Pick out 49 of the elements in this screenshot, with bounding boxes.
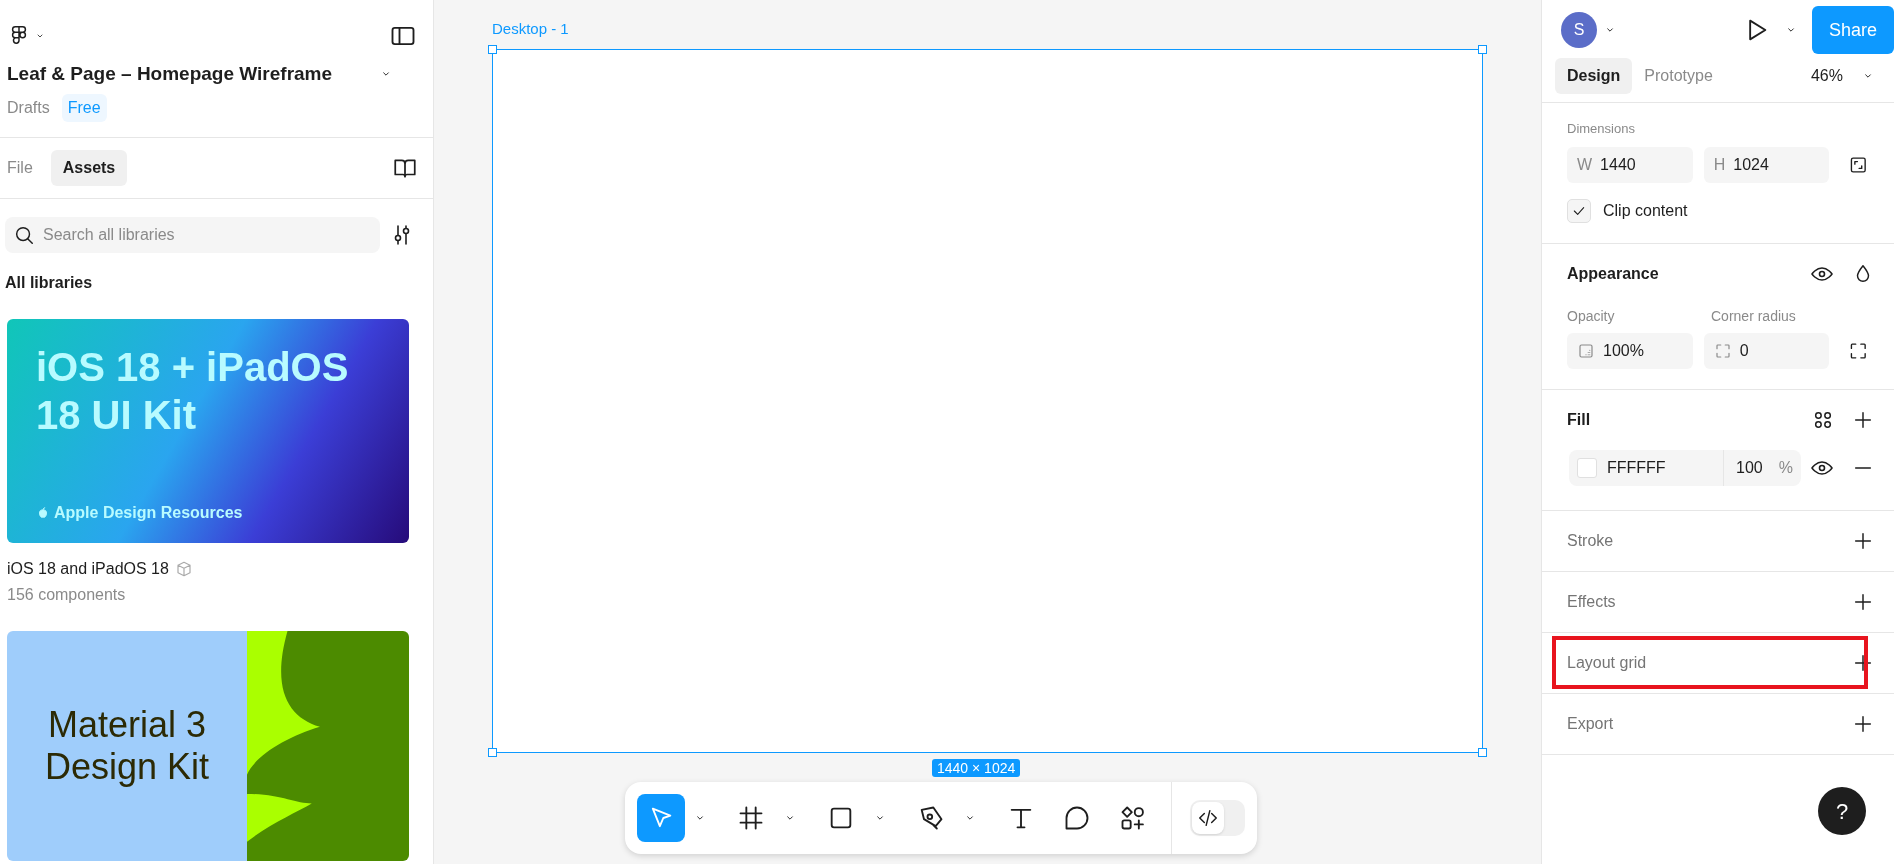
- panel-tab[interactable]: Design: [1555, 58, 1633, 94]
- fill-field[interactable]: FFFFFF 100 %: [1569, 449, 1801, 486]
- section-title: Fill: [1567, 409, 1591, 430]
- cover-caption: Apple Design Resources: [54, 502, 243, 523]
- field-label: Opacity: [1567, 306, 1616, 326]
- cover-title: iOS 18 + iPadOS 18 UI Kit: [36, 343, 350, 439]
- size-label: 1440 × 1024: [932, 759, 1021, 777]
- section-title[interactable]: Export: [1567, 711, 1614, 736]
- section-title[interactable]: Layout grid: [1567, 650, 1647, 675]
- field-label: Dimensions: [1567, 120, 1636, 138]
- corner-radius-icon: [1713, 341, 1732, 360]
- zoom-level[interactable]: 46%: [1810, 64, 1843, 88]
- resize-handle[interactable]: [488, 748, 497, 757]
- resize-handle[interactable]: [488, 45, 497, 54]
- percent-sign: %: [1778, 457, 1793, 478]
- resize-handle[interactable]: [1478, 45, 1487, 54]
- hash-icon: [737, 804, 765, 832]
- section-title[interactable]: Effects: [1567, 589, 1616, 614]
- input-field[interactable]: H 1024: [1703, 146, 1830, 183]
- file-title[interactable]: Leaf & Page – Homepage Wireframe: [7, 60, 333, 89]
- section-title: Appearance: [1567, 263, 1659, 284]
- search-field[interactable]: Search all libraries: [5, 216, 380, 253]
- apple-icon: [36, 504, 50, 521]
- opacity-icon: [1577, 341, 1595, 360]
- checkbox-label[interactable]: Clip content: [1603, 198, 1688, 223]
- resize-handle[interactable]: [1478, 748, 1487, 757]
- code-icon: [1197, 807, 1219, 829]
- section-title[interactable]: Stroke: [1567, 528, 1614, 553]
- location-link[interactable]: Drafts: [7, 95, 50, 120]
- panel-tab[interactable]: Assets: [50, 149, 128, 186]
- cover-title: Material 3 Design Kit: [43, 703, 211, 788]
- color-swatch[interactable]: [1577, 457, 1597, 478]
- help-button[interactable]: ?: [1818, 787, 1866, 835]
- input-field[interactable]: W 1440: [1567, 146, 1693, 183]
- input-field[interactable]: 0: [1703, 332, 1830, 369]
- avatar[interactable]: S: [1561, 12, 1597, 48]
- speech-bubble-icon: [1063, 804, 1091, 832]
- library-name[interactable]: iOS 18 and iPadOS 18: [7, 556, 169, 581]
- checkbox[interactable]: [1567, 198, 1591, 223]
- panel-tab[interactable]: Prototype: [1632, 58, 1725, 94]
- dev-mode-toggle[interactable]: [1190, 800, 1245, 836]
- component-count: 156 components: [7, 584, 127, 605]
- section-title: All libraries: [4, 272, 94, 293]
- shapes-icon: [1119, 804, 1147, 832]
- plan-badge: Free: [61, 93, 107, 122]
- cube-icon: [174, 559, 193, 578]
- field-label: Corner radius: [1711, 306, 1796, 326]
- input-field[interactable]: 100%: [1567, 332, 1693, 369]
- fill-opacity-value: 100: [1736, 457, 1763, 478]
